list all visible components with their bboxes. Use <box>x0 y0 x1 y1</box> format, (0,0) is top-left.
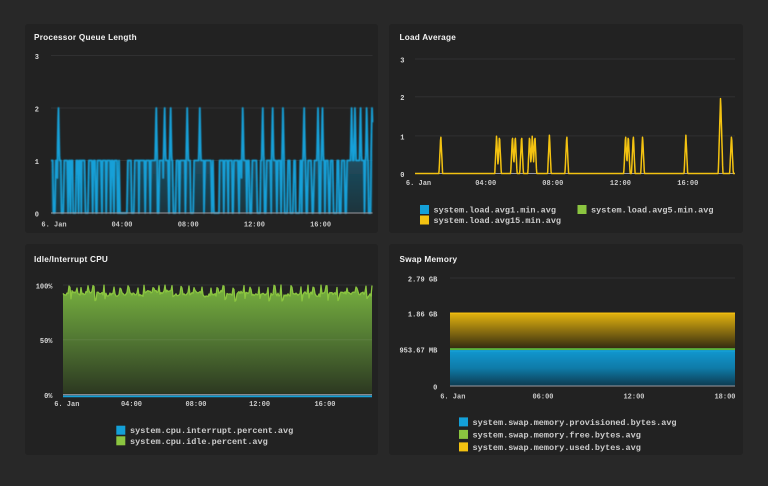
svg-text:1.86 GB: 1.86 GB <box>408 312 438 320</box>
svg-text:Processor Queue Length: Processor Queue Length <box>34 33 137 42</box>
svg-text:system.load.avg5.min.avg: system.load.avg5.min.avg <box>591 206 713 216</box>
svg-text:system.cpu.idle.percent.avg: system.cpu.idle.percent.avg <box>130 437 268 447</box>
svg-text:Load Average: Load Average <box>400 33 457 42</box>
svg-text:0: 0 <box>400 172 404 180</box>
svg-text:16:00: 16:00 <box>314 401 335 409</box>
svg-text:12:00: 12:00 <box>610 180 631 188</box>
svg-text:2.79 GB: 2.79 GB <box>408 276 438 284</box>
svg-text:Swap Memory: Swap Memory <box>400 255 458 264</box>
svg-text:1: 1 <box>35 159 39 167</box>
svg-text:6. Jan: 6. Jan <box>406 180 431 188</box>
svg-text:Idle/Interrupt CPU: Idle/Interrupt CPU <box>34 255 108 264</box>
svg-text:12:00: 12:00 <box>249 401 270 409</box>
svg-text:system.swap.memory.used.bytes.: system.swap.memory.used.bytes.avg <box>473 443 641 453</box>
svg-text:0%: 0% <box>44 393 53 401</box>
svg-text:system.swap.memory.free.bytes.: system.swap.memory.free.bytes.avg <box>473 430 641 440</box>
svg-text:1: 1 <box>400 134 404 142</box>
svg-text:3: 3 <box>400 57 404 65</box>
svg-text:08:00: 08:00 <box>542 180 563 188</box>
svg-text:04:00: 04:00 <box>111 222 132 230</box>
svg-text:0: 0 <box>35 211 39 219</box>
svg-text:12:00: 12:00 <box>244 222 265 230</box>
svg-text:system.load.avg1.min.avg: system.load.avg1.min.avg <box>434 206 556 216</box>
svg-text:08:00: 08:00 <box>178 222 199 230</box>
svg-text:06:00: 06:00 <box>532 393 553 401</box>
svg-text:12:00: 12:00 <box>623 393 644 401</box>
svg-text:08:00: 08:00 <box>185 401 206 409</box>
svg-text:3: 3 <box>35 54 39 62</box>
svg-text:system.swap.memory.provisioned: system.swap.memory.provisioned.bytes.avg <box>473 418 677 428</box>
svg-text:04:00: 04:00 <box>121 401 142 409</box>
svg-text:system.load.avg15.min.avg: system.load.avg15.min.avg <box>434 216 562 226</box>
svg-text:18:00: 18:00 <box>714 393 735 401</box>
svg-text:04:00: 04:00 <box>475 180 496 188</box>
svg-text:6. Jan: 6. Jan <box>41 222 66 230</box>
svg-text:50%: 50% <box>40 338 53 346</box>
svg-text:6. Jan: 6. Jan <box>54 401 79 409</box>
svg-text:16:00: 16:00 <box>310 222 331 230</box>
svg-text:2: 2 <box>35 106 39 114</box>
svg-text:6. Jan: 6. Jan <box>440 393 465 401</box>
svg-text:0: 0 <box>433 384 437 392</box>
svg-text:2: 2 <box>400 95 404 103</box>
svg-text:953.67 MB: 953.67 MB <box>399 348 438 356</box>
svg-text:16:00: 16:00 <box>677 180 698 188</box>
svg-text:100%: 100% <box>36 283 54 291</box>
svg-text:system.cpu.interrupt.percent.a: system.cpu.interrupt.percent.avg <box>130 426 293 436</box>
